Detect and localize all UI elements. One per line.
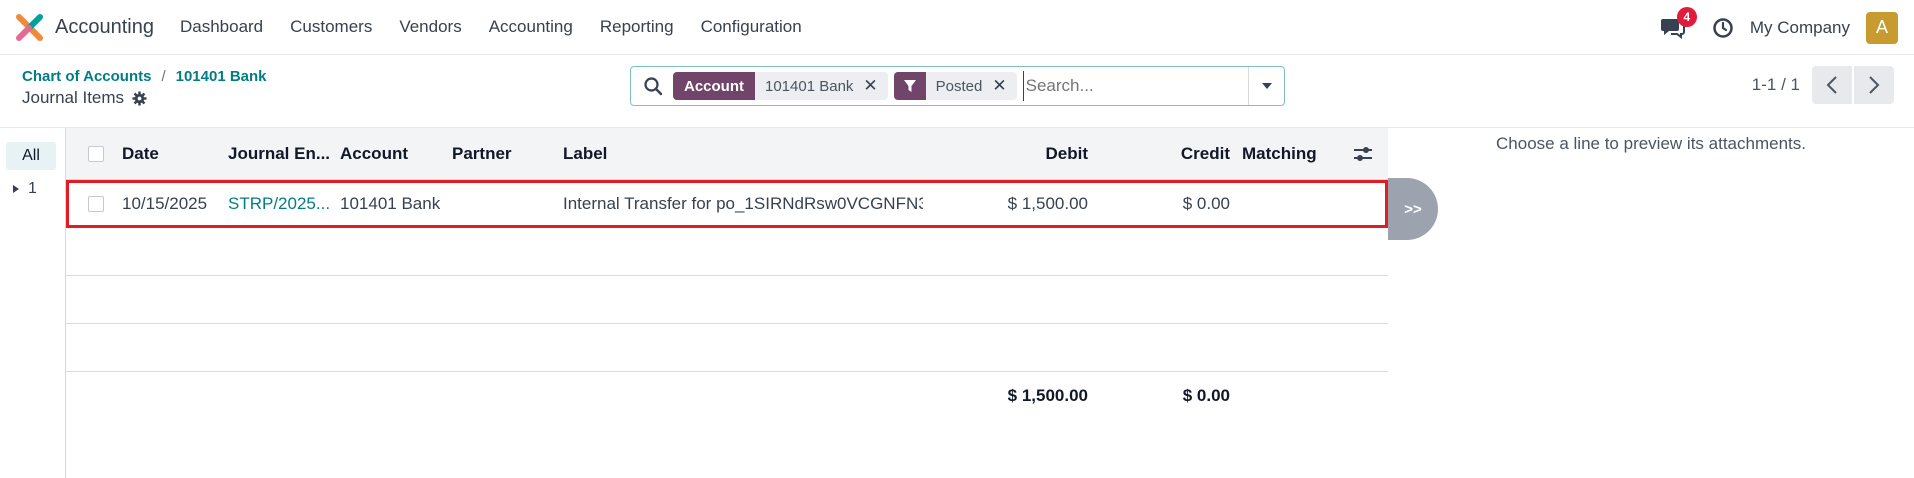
pager-value[interactable]: 1-1 / 1 [1752, 75, 1800, 95]
clock-icon[interactable] [1712, 17, 1734, 39]
preview-message: Choose a line to preview its attachments… [1496, 134, 1806, 153]
cell-date: 10/15/2025 [122, 194, 208, 213]
group-panel: All 1 [0, 128, 66, 478]
group-all-button[interactable]: All [6, 142, 56, 170]
totals-row: $ 1,500.00 $ 0.00 [66, 370, 1388, 420]
menu-customers[interactable]: Customers [290, 17, 372, 37]
page-title: Journal Items [22, 88, 125, 107]
gear-icon[interactable] [132, 90, 147, 106]
attachment-preview-panel: Choose a line to preview its attachments… [1388, 128, 1914, 478]
menu-vendors[interactable]: Vendors [399, 17, 461, 37]
optional-columns-icon[interactable] [1352, 144, 1374, 164]
total-debit: $ 1,500.00 [1007, 386, 1088, 405]
group-count: 1 [28, 180, 37, 197]
breadcrumb: Chart of Accounts / 101401 Bank [22, 68, 267, 85]
menu-dashboard[interactable]: Dashboard [180, 17, 263, 37]
filter-icon [893, 72, 926, 100]
cell-account: 101401 Bank [340, 194, 441, 213]
column-account[interactable]: Account [340, 144, 408, 164]
cell-label: Internal Transfer for po_1SIRNdRsw0VCGNF… [563, 194, 923, 213]
messages-button[interactable]: 4 [1660, 6, 1697, 41]
page-title-row: Journal Items [22, 88, 147, 108]
caret-right-icon [13, 185, 19, 193]
caret-down-icon [1261, 83, 1272, 89]
pager-previous-button[interactable] [1812, 66, 1852, 104]
column-matching[interactable]: Matching [1242, 144, 1317, 164]
user-avatar[interactable]: A [1866, 11, 1898, 44]
select-all-checkbox[interactable] [88, 146, 104, 162]
messages-count-badge: 4 [1676, 6, 1697, 27]
facet-account-label: Account [673, 72, 755, 100]
breadcrumb-chart-of-accounts[interactable]: Chart of Accounts [22, 68, 151, 85]
facet-account-remove-icon[interactable]: ✕ [863, 76, 887, 96]
facet-posted: Posted ✕ [893, 72, 1017, 100]
facet-account: Account 101401 Bank ✕ [673, 72, 888, 100]
top-navbar: Accounting Dashboard Customers Vendors A… [0, 0, 1914, 55]
breadcrumb-separator: / [161, 68, 166, 85]
accounting-app-icon [16, 13, 43, 41]
table-row[interactable]: 10/15/2025 STRP/2025... 101401 Bank Inte… [66, 180, 1388, 228]
pager-next-button[interactable] [1854, 66, 1894, 104]
group-row[interactable]: 1 [12, 180, 37, 198]
chevron-right-icon [1869, 76, 1880, 94]
search-input[interactable] [1022, 71, 1248, 101]
column-date[interactable]: Date [122, 144, 159, 164]
column-credit[interactable]: Credit [1088, 144, 1230, 164]
column-journal-entry[interactable]: Journal En... [228, 144, 330, 164]
cell-journal-entry[interactable]: STRP/2025... [228, 194, 336, 214]
cell-debit: $ 1,500.00 [1007, 194, 1088, 213]
breadcrumb-account[interactable]: 101401 Bank [176, 68, 267, 85]
facet-account-value: 101401 Bank [765, 77, 854, 95]
cell-credit: $ 0.00 [1182, 194, 1230, 213]
empty-row [66, 324, 1388, 372]
menu-configuration[interactable]: Configuration [701, 17, 802, 37]
empty-row [66, 228, 1388, 276]
app-name: Accounting [55, 15, 154, 38]
list-header: Date Journal En... Account Partner Label… [66, 128, 1388, 180]
empty-row [66, 276, 1388, 324]
search-bar: Account 101401 Bank ✕ Posted ✕ [630, 66, 1285, 106]
facet-posted-remove-icon[interactable]: ✕ [992, 76, 1016, 96]
menu-accounting[interactable]: Accounting [489, 17, 573, 37]
pager: 1-1 / 1 [1752, 66, 1894, 104]
company-switcher[interactable]: My Company [1750, 18, 1850, 38]
total-credit: $ 0.00 [1182, 386, 1230, 405]
row-checkbox[interactable] [88, 196, 104, 212]
search-icon [644, 77, 663, 96]
column-label[interactable]: Label [563, 144, 607, 164]
menu-reporting[interactable]: Reporting [600, 17, 674, 37]
column-partner[interactable]: Partner [452, 144, 512, 164]
column-debit[interactable]: Debit [906, 144, 1089, 164]
chevron-left-icon [1826, 76, 1837, 94]
app-brand[interactable]: Accounting [16, 13, 180, 41]
journal-items-list: Date Journal En... Account Partner Label… [66, 128, 1388, 478]
facet-posted-value: Posted [935, 77, 983, 95]
search-options-toggle[interactable] [1248, 67, 1284, 105]
